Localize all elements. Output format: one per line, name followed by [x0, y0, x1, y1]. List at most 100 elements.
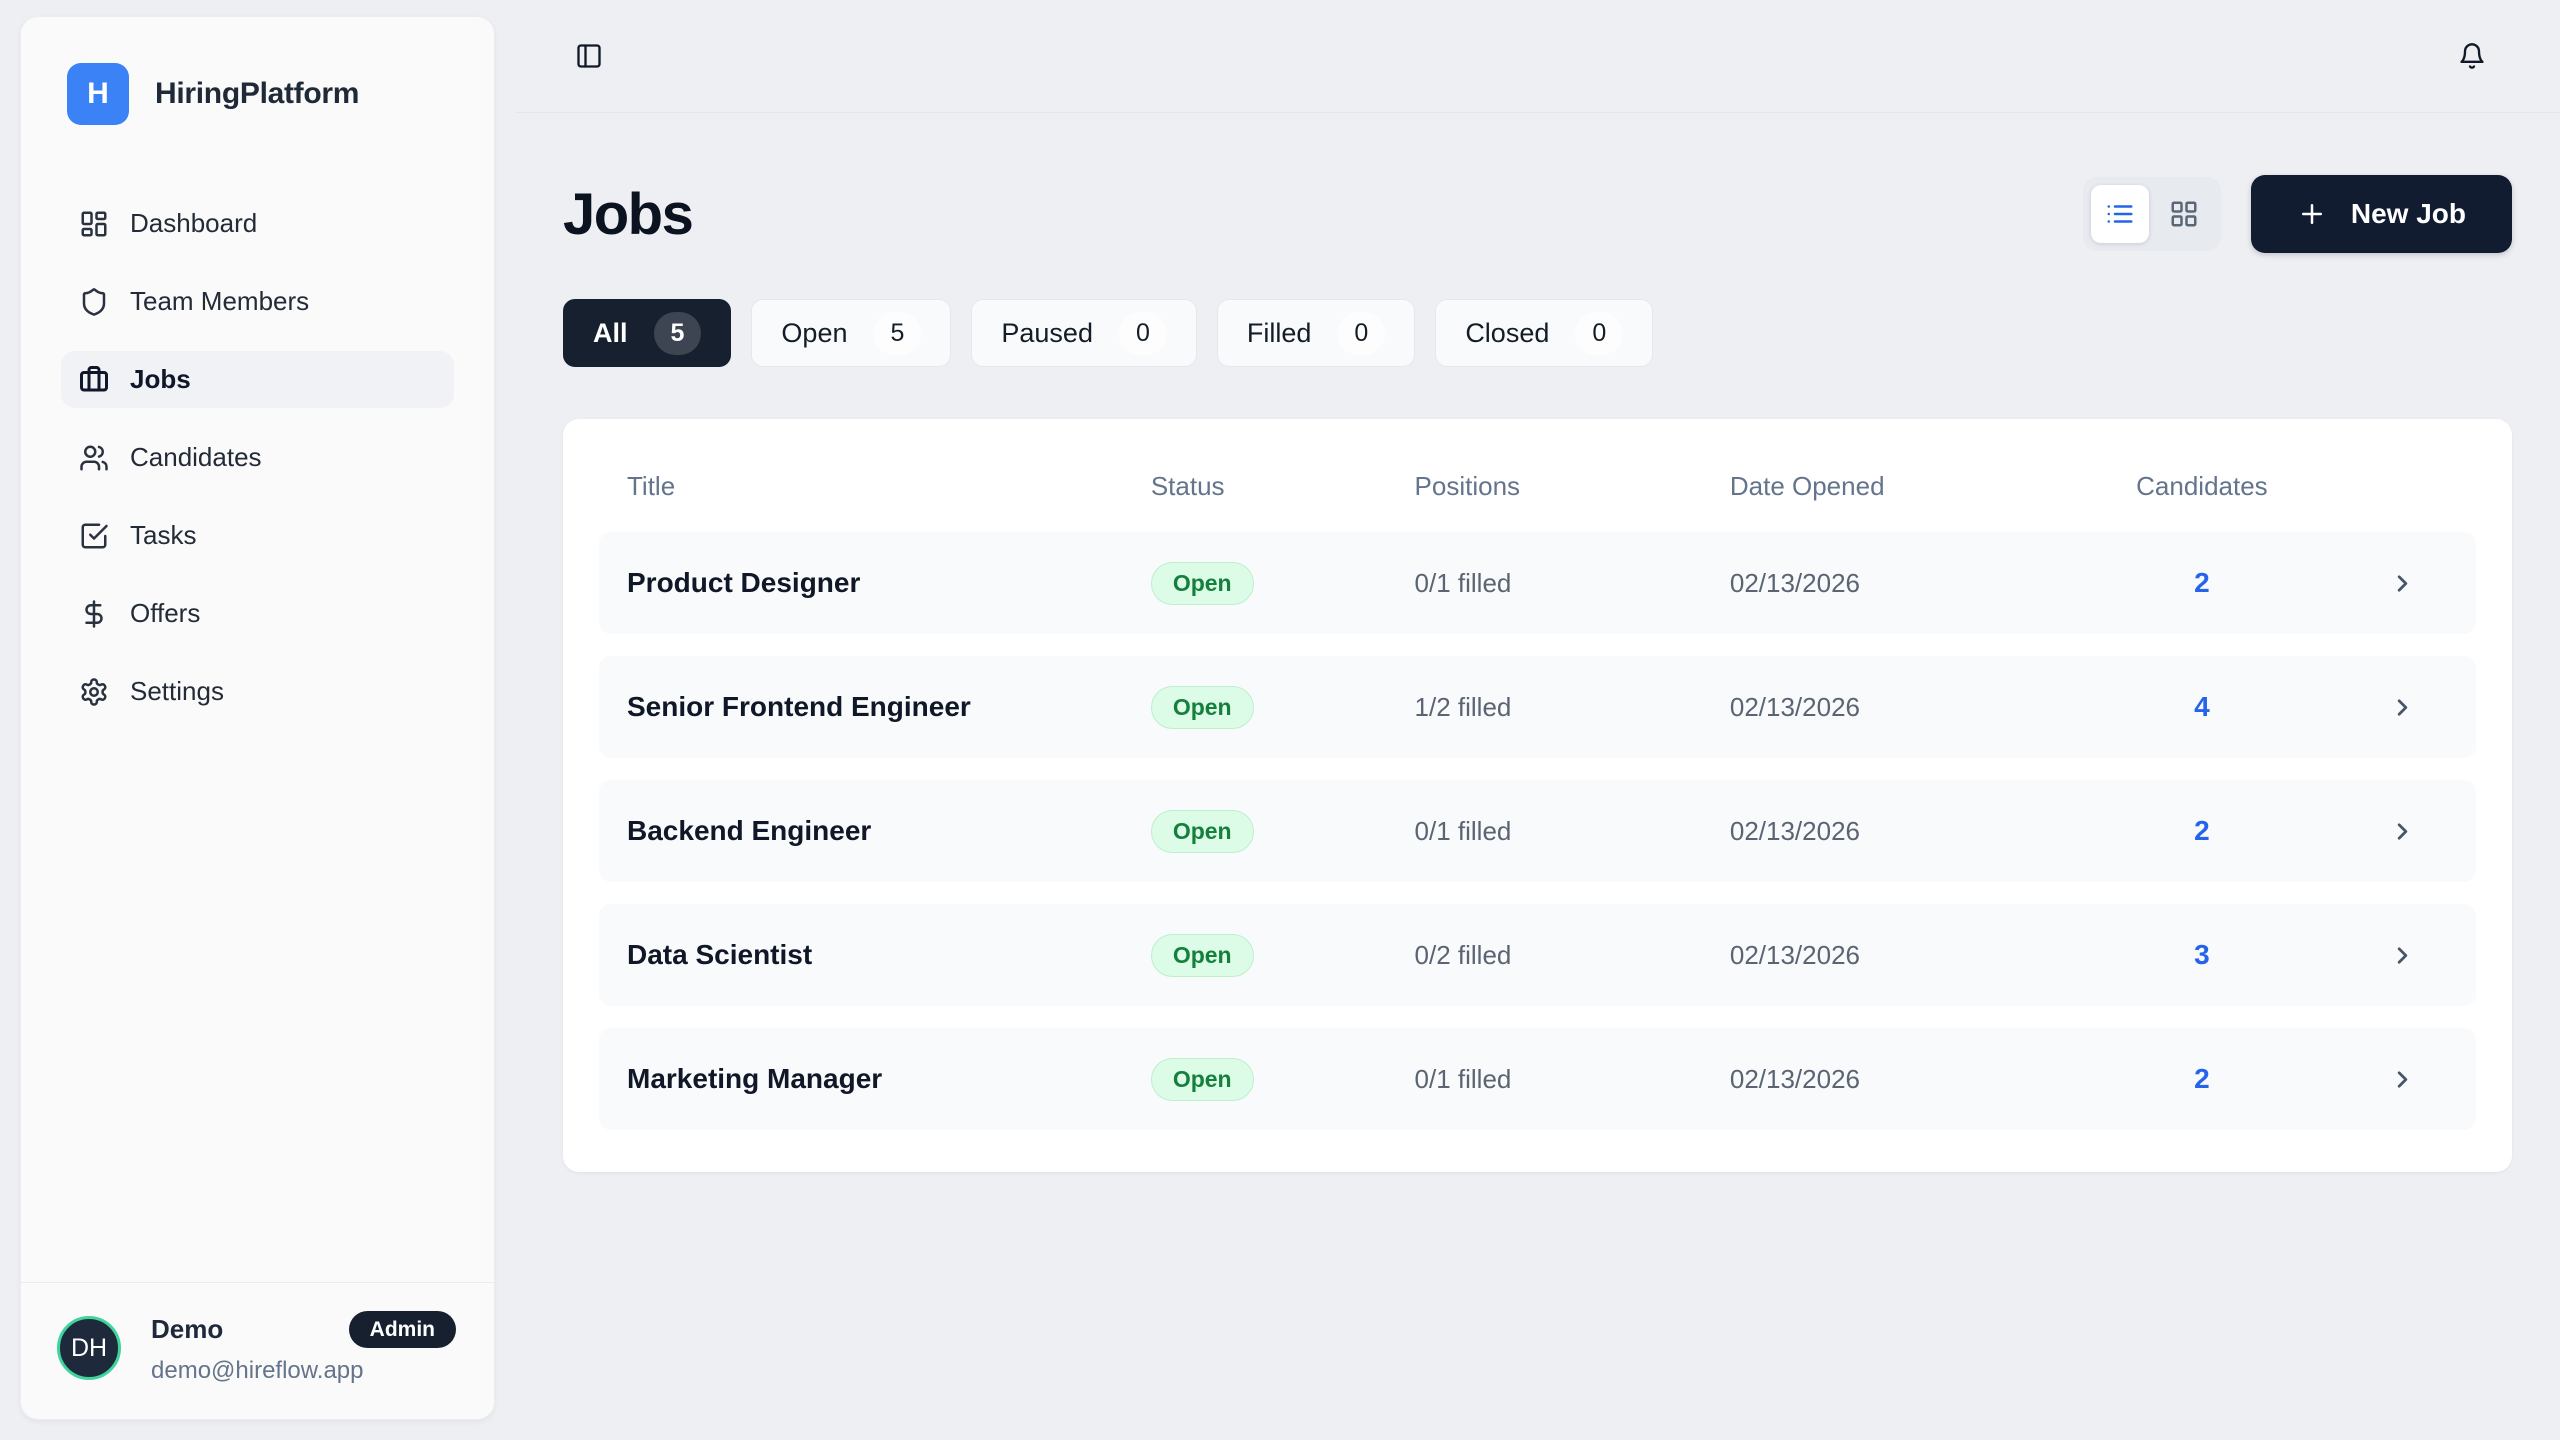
check-square-icon [79, 521, 109, 551]
job-positions: 0/1 filled [1415, 568, 1730, 599]
job-status-cell: Open [1151, 562, 1415, 605]
filter-filled[interactable]: Filled 0 [1217, 299, 1415, 367]
brand: H HiringPlatform [21, 17, 494, 125]
status-badge: Open [1151, 1058, 1254, 1101]
user-name: Demo [151, 1314, 223, 1345]
sidebar-item-settings[interactable]: Settings [61, 663, 454, 720]
sidebar-item-team-members[interactable]: Team Members [61, 273, 454, 330]
gear-icon [79, 677, 109, 707]
job-candidates-count[interactable]: 2 [2075, 815, 2328, 847]
filter-all[interactable]: All 5 [563, 299, 731, 367]
filter-count: 5 [873, 312, 921, 355]
job-positions: 1/2 filled [1415, 692, 1730, 723]
column-header-date-opened: Date Opened [1730, 471, 2075, 502]
sidebar-item-label: Dashboard [130, 208, 257, 239]
job-candidates-count[interactable]: 4 [2075, 691, 2328, 723]
chevron-right-icon[interactable] [2329, 942, 2476, 969]
briefcase-icon [79, 365, 109, 395]
sidebar-item-tasks[interactable]: Tasks [61, 507, 454, 564]
brand-name: HiringPlatform [155, 77, 359, 111]
job-title: Marketing Manager [599, 1063, 1151, 1095]
sidebar-item-label: Team Members [130, 286, 309, 317]
user-section[interactable]: DH Demo Admin demo@hireflow.app [21, 1282, 494, 1419]
sidebar-item-dashboard[interactable]: Dashboard [61, 195, 454, 252]
filter-tabs: All 5 Open 5 Paused 0 Filled 0 Closed 0 [563, 299, 2512, 367]
filter-label: Open [781, 318, 847, 349]
dollar-icon [79, 599, 109, 629]
grid-view-button[interactable] [2155, 185, 2213, 243]
filter-paused[interactable]: Paused 0 [971, 299, 1196, 367]
chevron-right-icon[interactable] [2329, 818, 2476, 845]
job-title: Data Scientist [599, 939, 1151, 971]
panel-left-icon[interactable] [575, 42, 603, 70]
table-row[interactable]: Data Scientist Open 0/2 filled 02/13/202… [599, 904, 2476, 1006]
chevron-right-icon[interactable] [2329, 1066, 2476, 1093]
status-badge: Open [1151, 686, 1254, 729]
brand-logo: H [67, 63, 129, 125]
view-toggle [2083, 177, 2221, 251]
page-header: Jobs New Job [563, 175, 2512, 253]
table-row[interactable]: Senior Frontend Engineer Open 1/2 filled… [599, 656, 2476, 758]
sidebar-nav: Dashboard Team Members Jobs Candidates T… [21, 195, 494, 720]
filter-count: 0 [1337, 312, 1385, 355]
avatar-initials: DH [71, 1334, 107, 1363]
status-badge: Open [1151, 810, 1254, 853]
bell-icon[interactable] [2458, 42, 2486, 70]
new-job-button[interactable]: New Job [2251, 175, 2512, 253]
job-positions: 0/2 filled [1415, 940, 1730, 971]
job-title: Backend Engineer [599, 815, 1151, 847]
job-status-cell: Open [1151, 934, 1415, 977]
job-candidates-count[interactable]: 3 [2075, 939, 2328, 971]
topbar [515, 0, 2560, 113]
filter-open[interactable]: Open 5 [751, 299, 951, 367]
job-candidates-count[interactable]: 2 [2075, 567, 2328, 599]
sidebar-item-label: Offers [130, 598, 200, 629]
job-title: Senior Frontend Engineer [599, 691, 1151, 723]
job-positions: 0/1 filled [1415, 1064, 1730, 1095]
role-badge: Admin [349, 1311, 456, 1348]
grid-icon [2169, 199, 2199, 229]
filter-count: 5 [654, 312, 702, 355]
sidebar-item-candidates[interactable]: Candidates [61, 429, 454, 486]
job-date-opened: 02/13/2026 [1730, 816, 2075, 847]
table-row[interactable]: Marketing Manager Open 0/1 filled 02/13/… [599, 1028, 2476, 1130]
column-header-title: Title [599, 471, 1151, 502]
sidebar: H HiringPlatform Dashboard Team Members … [20, 16, 495, 1420]
users-icon [79, 443, 109, 473]
main-content: Jobs New Job [515, 113, 2560, 1172]
column-header-positions: Positions [1415, 471, 1730, 502]
table-row[interactable]: Product Designer Open 0/1 filled 02/13/2… [599, 532, 2476, 634]
filter-label: Paused [1001, 318, 1093, 349]
job-candidates-count[interactable]: 2 [2075, 1063, 2328, 1095]
status-badge: Open [1151, 562, 1254, 605]
chevron-right-icon[interactable] [2329, 694, 2476, 721]
filter-closed[interactable]: Closed 0 [1435, 299, 1653, 367]
filter-label: Closed [1465, 318, 1549, 349]
job-title: Product Designer [599, 567, 1151, 599]
column-header-status: Status [1151, 471, 1415, 502]
sidebar-item-jobs[interactable]: Jobs [61, 351, 454, 408]
status-badge: Open [1151, 934, 1254, 977]
filter-count: 0 [1575, 312, 1623, 355]
job-positions: 0/1 filled [1415, 816, 1730, 847]
shield-icon [79, 287, 109, 317]
sidebar-item-offers[interactable]: Offers [61, 585, 454, 642]
header-controls: New Job [2083, 175, 2512, 253]
avatar: DH [57, 1316, 121, 1380]
table-body: Product Designer Open 0/1 filled 02/13/2… [599, 532, 2476, 1130]
table-row[interactable]: Backend Engineer Open 0/1 filled 02/13/2… [599, 780, 2476, 882]
job-status-cell: Open [1151, 686, 1415, 729]
user-email: demo@hireflow.app [151, 1357, 456, 1385]
filter-label: Filled [1247, 318, 1312, 349]
list-view-button[interactable] [2091, 185, 2149, 243]
chevron-right-icon[interactable] [2329, 570, 2476, 597]
filter-label: All [593, 318, 628, 349]
sidebar-item-label: Settings [130, 676, 224, 707]
list-icon [2105, 199, 2135, 229]
dashboard-icon [79, 209, 109, 239]
job-status-cell: Open [1151, 810, 1415, 853]
column-header-candidates: Candidates [2075, 471, 2328, 502]
job-date-opened: 02/13/2026 [1730, 1064, 2075, 1095]
job-date-opened: 02/13/2026 [1730, 692, 2075, 723]
new-job-label: New Job [2351, 198, 2466, 230]
